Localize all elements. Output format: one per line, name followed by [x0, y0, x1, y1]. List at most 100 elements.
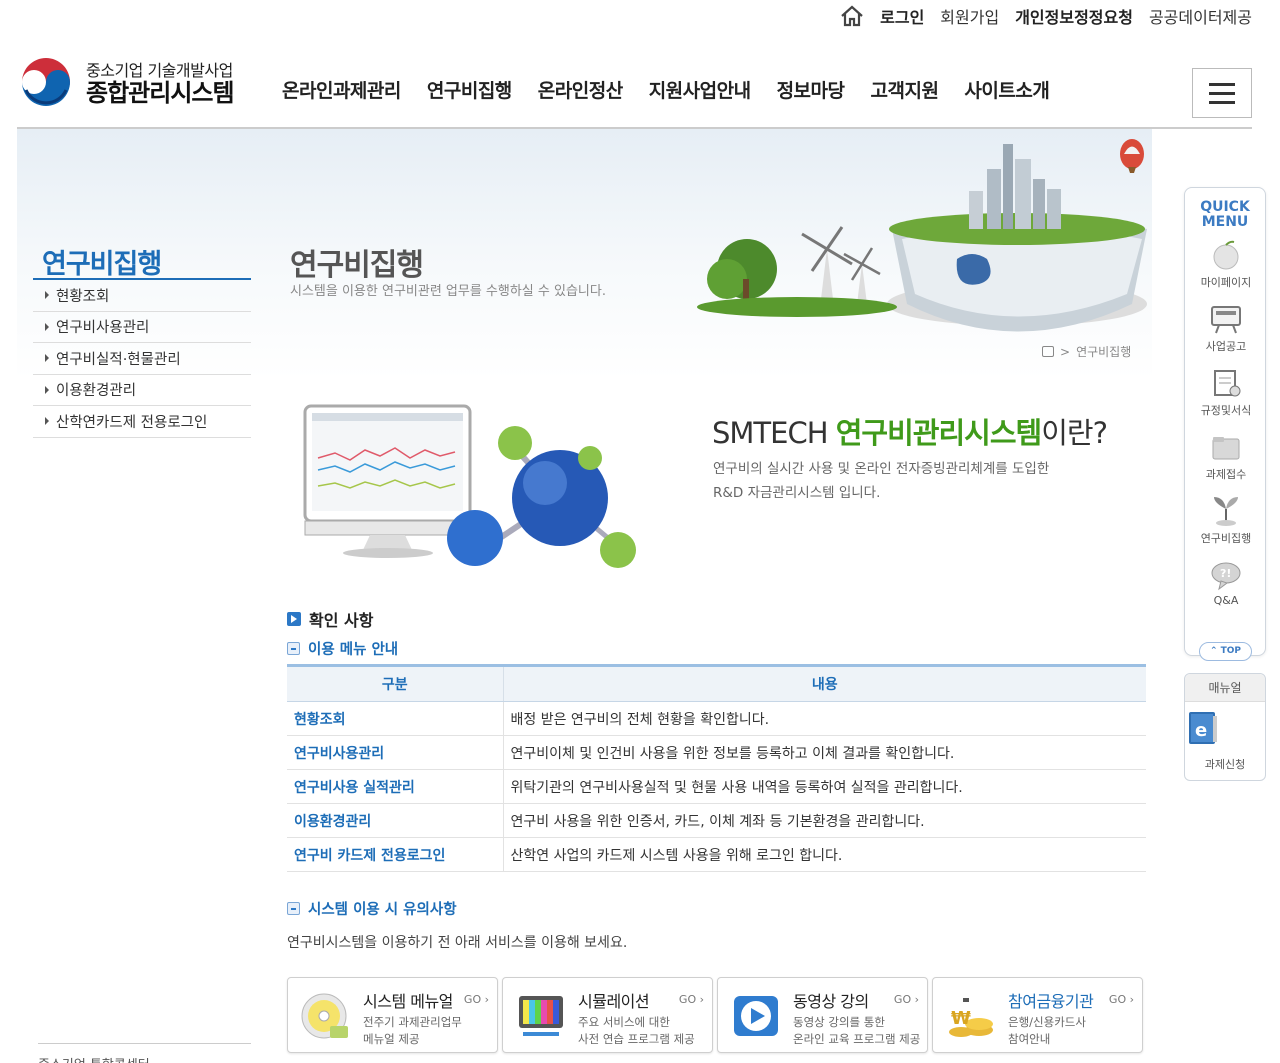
- minus-square-icon: [287, 642, 300, 655]
- gnb-item-research-fund[interactable]: 연구비집행: [427, 76, 512, 103]
- breadcrumb: > 연구비집행: [1042, 343, 1131, 360]
- quick-item-label: 사업공고: [1205, 340, 1247, 354]
- quick-item-qna[interactable]: ?! Q&A: [1185, 549, 1267, 613]
- quick-item-label: 규정및서식: [1200, 404, 1252, 418]
- hamburger-menu-button[interactable]: [1192, 68, 1252, 118]
- quick-item-fund[interactable]: 연구비집행: [1185, 485, 1267, 549]
- table-cell-desc: 연구비 사용을 위한 인증서, 카드, 이체 계좌 등 기본환경을 관리합니다.: [503, 803, 1146, 838]
- go-link[interactable]: GO ›: [1109, 993, 1134, 1006]
- sprout-icon: [1214, 497, 1238, 527]
- floating-island-city-illustration: [697, 139, 1147, 332]
- folder-icon: [1212, 437, 1240, 460]
- table-cell-name[interactable]: 현황조회: [287, 701, 504, 736]
- quick-item-mypage[interactable]: 마이페이지: [1185, 229, 1267, 293]
- ebook-icon[interactable]: e: [1185, 710, 1221, 748]
- go-link[interactable]: GO ›: [894, 993, 919, 1006]
- service-boxes: 시스템 메뉴얼 GO › 전주기 과제관리업무 메뉴얼 제공 시뮬레이션 GO ›…: [287, 977, 1143, 1053]
- table-row: 현황조회 배정 받은 연구비의 전체 현황을 확인합니다.: [287, 701, 1146, 736]
- svg-text:?!: ?!: [1220, 567, 1231, 580]
- home-icon[interactable]: [1042, 346, 1054, 357]
- table-row: 이용환경관리 연구비 사용을 위한 인증서, 카드, 이체 계좌 등 기본환경을…: [287, 803, 1146, 838]
- service-box-simulation[interactable]: 시뮬레이션 GO › 주요 서비스에 대한 사전 연습 프로그램 제공: [502, 977, 713, 1053]
- quick-item-notice[interactable]: 사업공고: [1185, 293, 1267, 357]
- intro-title-prefix: SMTECH: [712, 416, 836, 450]
- service-desc-line2: 메뉴얼 제공: [363, 1031, 420, 1046]
- page-title: 연구비집행: [290, 248, 424, 283]
- table-cell-name[interactable]: 이용환경관리: [287, 803, 504, 838]
- play-video-icon: [734, 996, 778, 1036]
- table-row: 연구비사용 실적관리 위탁기관의 연구비사용실적 및 현물 사용 내역을 등록하…: [287, 769, 1146, 804]
- table-cell-desc: 산학연 사업의 카드제 시스템 사용을 위해 로그인 합니다.: [503, 837, 1146, 872]
- notice-heading: 시스템 이용 시 유의사항: [287, 898, 457, 919]
- check-heading-text: 확인 사항: [309, 611, 374, 630]
- sidebar-item-environment[interactable]: 이용환경관리: [33, 375, 251, 406]
- service-box-bank[interactable]: ₩ 참여금융기관 GO › 은행/신용카드사 참여안내: [932, 977, 1143, 1053]
- utility-nav: 로그인 회원가입 개인정보정정요청 공공데이터제공: [840, 4, 1252, 28]
- minus-square-icon: [287, 902, 300, 915]
- manual-heading: 매뉴얼: [1185, 674, 1265, 702]
- document-icon: [1214, 370, 1241, 397]
- table-cell-name[interactable]: 연구비사용 실적관리: [287, 769, 504, 804]
- gnb-item-online-settlement[interactable]: 온라인정산: [538, 76, 623, 103]
- monitor-molecule-illustration: [303, 404, 636, 568]
- home-icon[interactable]: [840, 5, 864, 27]
- table-row: 연구비사용관리 연구비이체 및 인건비 사용을 위한 정보를 등록하고 이체 결…: [287, 735, 1146, 770]
- sidebar-title: 연구비집행: [42, 249, 162, 280]
- notice-text: 연구비시스템을 이용하기 전 아래 서비스를 이용해 보세요.: [287, 935, 628, 951]
- intro-desc-line2: R&D 자금관리시스템 입니다.: [713, 484, 881, 501]
- service-title: 시스템 메뉴얼: [363, 992, 453, 1011]
- quick-item-label: 연구비집행: [1200, 532, 1252, 546]
- sidebar-item-status[interactable]: 현황조회: [33, 280, 251, 312]
- callcenter-label: 중소기업 통합콜센터: [38, 1043, 251, 1063]
- menu-guide-heading: 이용 메뉴 안내: [287, 638, 398, 659]
- quick-menu-title: QUICK MENU: [1185, 200, 1265, 229]
- quick-item-rules[interactable]: 규정및서식: [1185, 357, 1267, 421]
- go-link[interactable]: GO ›: [464, 993, 489, 1006]
- table-cell-name[interactable]: 연구비사용관리: [287, 735, 504, 770]
- table-row: 연구비 카드제 전용로그인 산학연 사업의 카드제 시스템 사용을 위해 로그인…: [287, 837, 1146, 872]
- intro-description: 연구비의 실시간 사용 및 온라인 전자증빙관리체계를 도입한 R&D 자금관리…: [713, 458, 1049, 505]
- intro-title: SMTECH 연구비관리시스템이란?: [712, 410, 1108, 452]
- gnb-item-about[interactable]: 사이트소개: [964, 76, 1049, 103]
- gnb-item-online-task[interactable]: 온라인과제관리: [282, 76, 401, 103]
- service-desc-line1: 동영상 강의를 통한: [793, 1015, 885, 1029]
- site-logo[interactable]: 중소기업 기술개발사업 종합관리시스템: [18, 56, 235, 112]
- manual-panel: 매뉴얼 e 과제신청: [1184, 673, 1266, 781]
- sidebar-item-card-login[interactable]: 산학연카드제 전용로그인: [33, 406, 251, 438]
- svg-text:e: e: [1195, 720, 1207, 741]
- service-box-video[interactable]: 동영상 강의 GO › 동영상 강의를 통한 온라인 교육 프로그램 제공: [717, 977, 928, 1053]
- manual-label[interactable]: 과제신청: [1185, 756, 1265, 772]
- scroll-top-button[interactable]: ⌃ TOP: [1199, 642, 1252, 661]
- table-cell-name[interactable]: 연구비 카드제 전용로그인: [287, 837, 504, 872]
- table-cell-desc: 연구비이체 및 인건비 사용을 위한 정보를 등록하고 이체 결과를 확인합니다…: [503, 735, 1146, 770]
- gnb-item-customer[interactable]: 고객지원: [871, 76, 939, 103]
- speech-bubble-icon: ?!: [1211, 562, 1241, 591]
- quick-item-submit[interactable]: 과제접수: [1185, 421, 1267, 485]
- service-box-manual[interactable]: 시스템 메뉴얼 GO › 전주기 과제관리업무 메뉴얼 제공: [287, 977, 498, 1053]
- sidebar-menu: 현황조회 연구비사용관리 연구비실적·현물관리 이용환경관리 산학연카드제 전용…: [33, 280, 251, 438]
- gnb-item-info[interactable]: 정보마당: [777, 76, 845, 103]
- gnb-item-support-program[interactable]: 지원사업안내: [649, 76, 751, 103]
- apple-icon: [1213, 241, 1239, 270]
- breadcrumb-current: 연구비집행: [1076, 345, 1132, 359]
- intro-desc-line1: 연구비의 실시간 사용 및 온라인 전자증빙관리체계를 도입한: [713, 461, 1050, 477]
- menu-guide-table: 구분 내용 현황조회 배정 받은 연구비의 전체 현황을 확인합니다. 연구비사…: [287, 664, 1146, 872]
- quick-menu: QUICK MENU 마이페이지 사업공고 규정및서식 과제접수 연구비집행 ?!…: [1184, 187, 1266, 656]
- intro-title-highlight: 연구비관리시스템: [835, 416, 1042, 450]
- table-header-category: 구분: [287, 664, 504, 702]
- tv-test-icon: [519, 996, 563, 1036]
- table-header-content: 내용: [503, 664, 1146, 702]
- quick-item-label: 과제접수: [1205, 468, 1247, 482]
- sidebar-item-fund-usage[interactable]: 연구비사용관리: [33, 312, 251, 343]
- service-title: 참여금융기관: [1008, 992, 1094, 1011]
- public-data-link[interactable]: 공공데이터제공: [1149, 4, 1252, 28]
- signup-link[interactable]: 회원가입: [940, 4, 999, 28]
- login-link[interactable]: 로그인: [880, 4, 924, 28]
- board-icon: [1211, 306, 1241, 334]
- sidebar-item-performance[interactable]: 연구비실적·현물관리: [33, 343, 251, 375]
- table-cell-desc: 위탁기관의 연구비사용실적 및 현물 사용 내역을 등록하여 실적을 관리합니다…: [503, 769, 1146, 804]
- notice-heading-text: 시스템 이용 시 유의사항: [308, 902, 457, 918]
- go-link[interactable]: GO ›: [679, 993, 704, 1006]
- privacy-request-link[interactable]: 개인정보정정요청: [1015, 4, 1133, 28]
- quick-item-label: 마이페이지: [1200, 276, 1252, 290]
